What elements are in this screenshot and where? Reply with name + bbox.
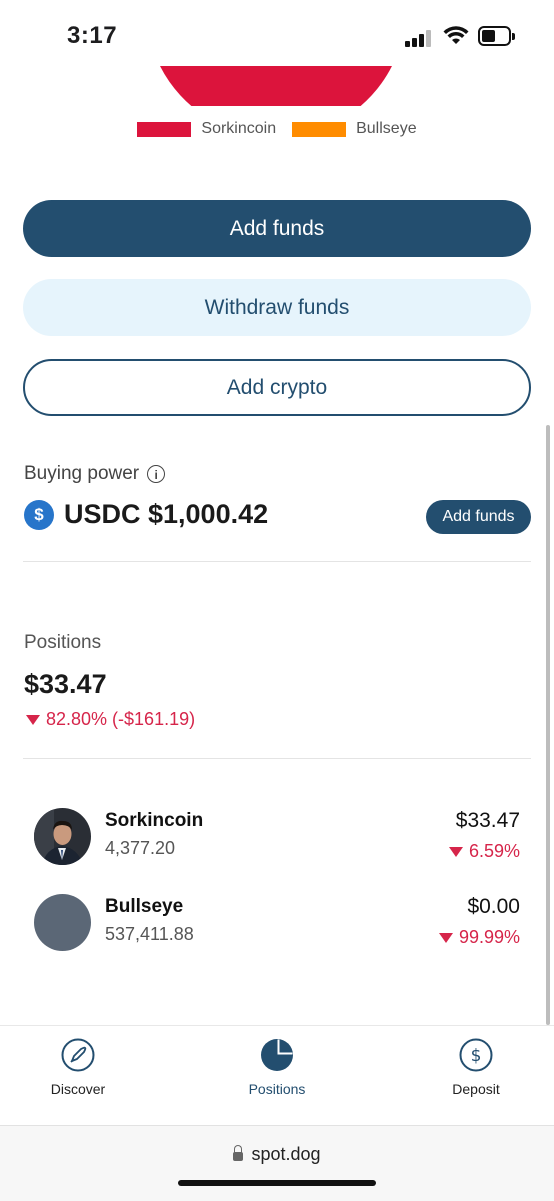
svg-text:$: $ [471,1046,482,1066]
add-funds-pill-button[interactable]: Add funds [426,500,531,534]
legend-label: Sorkincoin [201,120,277,137]
legend-item-bullseye: Bullseye [292,120,417,138]
position-row-bullseye[interactable]: Bullseye 537,411.88 $0.00 99.99% [34,894,520,954]
divider [23,561,531,562]
legend-item-sorkincoin: Sorkincoin [137,120,276,138]
buying-power-title: Buying power [24,463,140,484]
position-change-text: 99.99% [458,927,520,947]
nav-label: Discover [50,1081,106,1097]
down-triangle-icon [448,846,463,857]
cellular-signal-icon [405,29,433,47]
status-time: 3:17 [67,22,118,49]
position-row-sorkincoin[interactable]: Sorkincoin 4,377.20 $33.47 6.59% [34,808,520,868]
dollar-coin-icon: $ [459,1038,493,1072]
rocket-icon [61,1038,95,1072]
portfolio-pie-chart [0,66,554,106]
positions-change: 82.80% (-$161.19) [26,709,195,730]
position-name: Bullseye [105,896,184,917]
avatar [34,894,91,951]
info-icon[interactable]: i [147,465,166,483]
positions-label: Positions [24,632,102,653]
address-bar[interactable]: spot.dog [0,1144,554,1165]
pie-slice-sorkincoin [160,66,392,106]
positions-total-value: $33.47 [24,669,107,699]
withdraw-funds-button[interactable]: Withdraw funds [23,279,531,336]
divider [23,758,531,759]
url-text: spot.dog [251,1144,321,1164]
wifi-icon [443,26,469,44]
scrollbar[interactable] [546,425,550,1025]
buying-power-label: Buying power i [24,463,166,485]
legend-swatch [292,121,347,137]
lock-icon [233,1145,244,1161]
browser-bar: spot.dog [0,1125,554,1201]
pie-chart-icon [261,1039,293,1071]
nav-item-deposit[interactable]: $ Deposit [406,1038,546,1097]
add-funds-button[interactable]: Add funds [23,200,531,257]
position-quantity: 537,411.88 [105,924,194,944]
down-triangle-icon [438,932,453,943]
bottom-nav: Discover Positions $ Deposit [0,1025,554,1126]
buying-power-row: $ USDC $1,000.42 [24,499,268,530]
legend-label: Bullseye [356,120,417,137]
position-quantity: 4,377.20 [105,838,176,858]
nav-label: Positions [248,1081,306,1097]
status-bar: 3:17 [0,0,554,66]
home-indicator[interactable] [178,1180,376,1186]
nav-item-positions[interactable]: Positions [207,1038,347,1097]
buying-power-amount: USDC $1,000.42 [64,499,269,529]
add-crypto-button[interactable]: Add crypto [23,359,531,416]
legend-swatch [137,121,192,137]
position-name: Sorkincoin [105,810,204,831]
down-triangle-icon [26,714,40,725]
position-change: 6.59% [448,841,520,862]
chart-legend: Sorkincoin Bullseye [0,120,554,138]
nav-item-discover[interactable]: Discover [8,1038,148,1097]
nav-label: Deposit [452,1081,500,1097]
position-price: $33.47 [455,809,520,832]
position-change-text: 6.59% [468,841,520,861]
position-price: $0.00 [467,895,520,918]
avatar [34,808,91,865]
position-change: 99.99% [438,927,520,948]
battery-icon [478,26,515,46]
usdc-icon: $ [24,499,54,530]
positions-change-text: 82.80% (-$161.19) [46,709,196,729]
